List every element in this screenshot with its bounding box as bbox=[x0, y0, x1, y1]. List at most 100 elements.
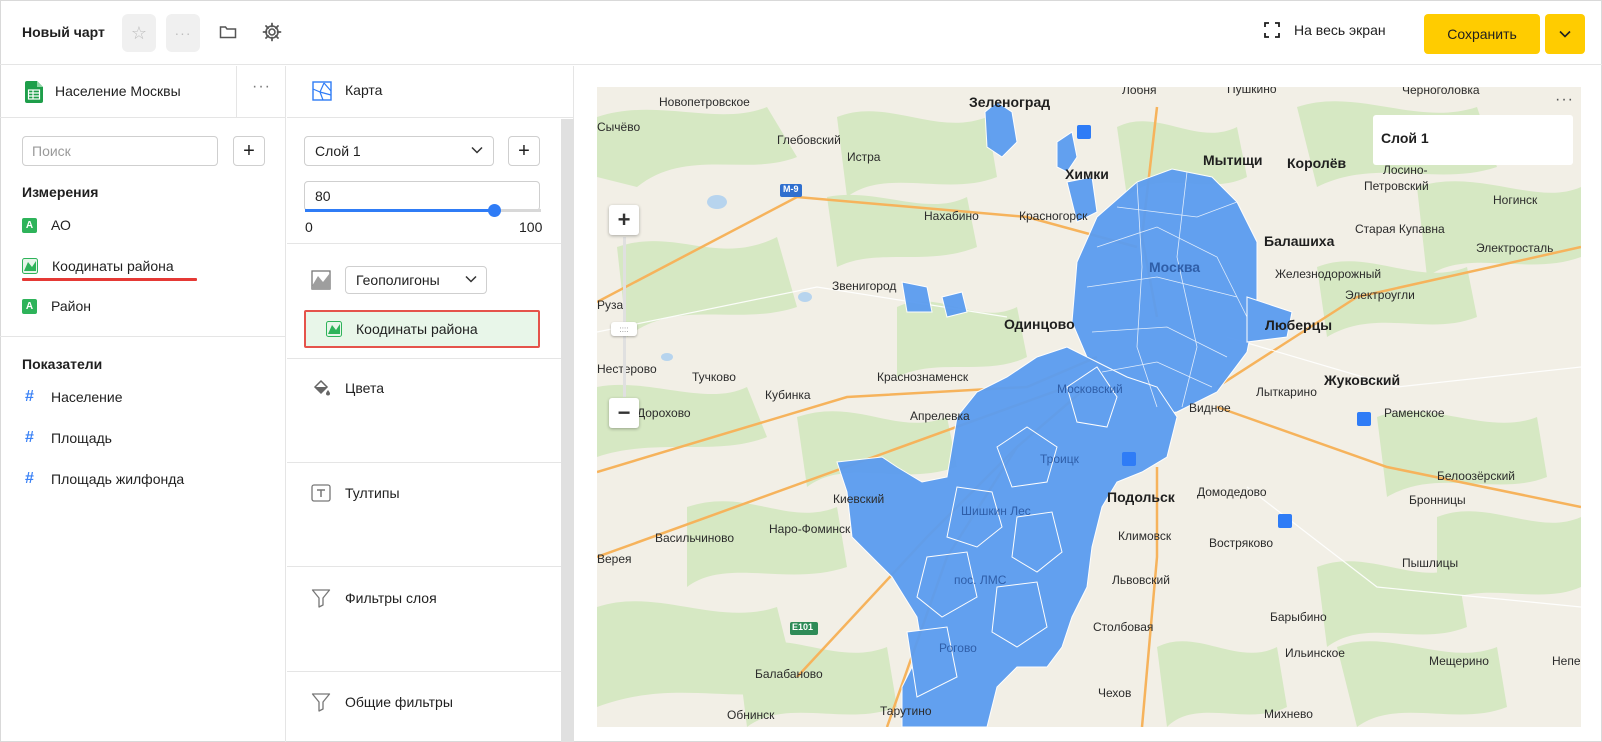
more-menu-button[interactable]: ··· bbox=[166, 14, 200, 52]
map-label: Московский bbox=[1057, 382, 1123, 396]
geometry-type-select[interactable]: Геополигоны bbox=[345, 266, 487, 294]
highlight-underline bbox=[22, 278, 197, 281]
plus-icon: + bbox=[243, 139, 255, 162]
zoom-in-button[interactable]: + bbox=[609, 205, 639, 235]
layer-filters-section[interactable]: Фильтры слоя bbox=[311, 588, 437, 608]
measure-item[interactable]: # Площадь bbox=[22, 429, 112, 446]
star-icon: ☆ bbox=[130, 22, 148, 43]
folder-button[interactable] bbox=[216, 20, 240, 44]
geopolygon-type-icon bbox=[326, 321, 342, 337]
visualization-type-selector[interactable]: Карта bbox=[287, 66, 574, 118]
map-label: Железнодорожный bbox=[1275, 267, 1382, 281]
divider bbox=[287, 671, 561, 672]
map-label: Электроугли bbox=[1345, 288, 1415, 302]
map-label: Непе bbox=[1552, 654, 1581, 668]
layer-select[interactable]: Слой 1 bbox=[304, 136, 494, 166]
map-label: Люберцы bbox=[1265, 317, 1333, 333]
map-label: Старая Купавна bbox=[1355, 222, 1445, 236]
top-bar: Новый чарт ☆ ··· На весь экран Сохранить bbox=[0, 0, 1602, 65]
map-label: Видное bbox=[1189, 401, 1231, 415]
zoom-slider-track[interactable] bbox=[623, 237, 626, 397]
fullscreen-icon bbox=[1264, 22, 1280, 38]
zoom-out-button[interactable]: − bbox=[609, 398, 639, 428]
map-label: Верея bbox=[597, 552, 632, 566]
add-layer-button[interactable]: + bbox=[508, 136, 540, 166]
zoom-slider-handle[interactable]: :::: bbox=[611, 322, 637, 336]
map-label: Кубинка bbox=[765, 388, 811, 402]
save-button[interactable]: Сохранить bbox=[1424, 14, 1540, 54]
colors-section[interactable]: Цвета bbox=[311, 378, 384, 398]
map-label: пос. ЛМС bbox=[954, 573, 1007, 587]
settings-button[interactable] bbox=[260, 20, 284, 44]
filter-icon bbox=[311, 693, 331, 712]
number-type-icon: # bbox=[25, 388, 34, 405]
map-label: Чехов bbox=[1098, 686, 1132, 700]
visualization-panel: Карта Слой 1 + 80 0 100 Геополигоны Коод… bbox=[287, 66, 574, 742]
divider bbox=[0, 336, 286, 337]
map-label: Новопетровское bbox=[659, 95, 750, 109]
dataset-selector[interactable]: Население Москвы ··· bbox=[0, 66, 286, 118]
map-label: Лыткарино bbox=[1256, 385, 1317, 399]
map-label: Барыбино bbox=[1270, 610, 1327, 624]
map-label: Васильчиново bbox=[655, 531, 735, 545]
map-label: Львовский bbox=[1112, 573, 1170, 587]
dataset-more-button[interactable]: ··· bbox=[252, 78, 271, 96]
measure-label: Население bbox=[51, 389, 123, 405]
measure-item[interactable]: # Население bbox=[22, 388, 123, 405]
save-options-button[interactable] bbox=[1545, 14, 1585, 54]
map-icon bbox=[312, 81, 332, 101]
panel-scrollbar[interactable] bbox=[561, 119, 574, 742]
map-label: Электросталь bbox=[1476, 241, 1554, 255]
map-label: Михнево bbox=[1264, 707, 1313, 721]
geo-field-label: Коодинаты района bbox=[356, 321, 478, 337]
tooltips-section[interactable]: Тултипы bbox=[311, 483, 400, 503]
common-filters-section[interactable]: Общие фильтры bbox=[311, 692, 453, 712]
divider bbox=[287, 462, 561, 463]
dimension-item[interactable]: Коодинаты района bbox=[22, 258, 174, 274]
road-badge: М-9 bbox=[783, 184, 799, 194]
number-type-icon: # bbox=[25, 470, 34, 487]
geometry-type-value: Геополигоны bbox=[356, 272, 440, 288]
measure-item[interactable]: # Площадь жилфонда bbox=[22, 470, 185, 487]
dimension-item[interactable]: A АО bbox=[22, 217, 71, 233]
opacity-input[interactable]: 80 bbox=[304, 181, 540, 211]
map-label: Тарутино bbox=[880, 704, 932, 718]
map-label: Ногинск bbox=[1493, 193, 1538, 207]
map-label: Домодедово bbox=[1197, 485, 1267, 499]
map-label: Апрелевка bbox=[910, 409, 970, 423]
geopolygon-type-icon bbox=[22, 258, 38, 274]
legend-title: Слой 1 bbox=[1381, 130, 1429, 146]
map-canvas[interactable]: М-9 E101 Новопетровское Сычёво Глебовски… bbox=[597, 87, 1581, 727]
string-type-icon: A bbox=[22, 217, 37, 233]
road-badge: E101 bbox=[792, 622, 814, 632]
divider bbox=[287, 243, 561, 244]
geopolygon-section-icon bbox=[311, 270, 331, 290]
add-field-button[interactable]: + bbox=[233, 136, 265, 166]
map-label: Одинцово bbox=[1004, 316, 1075, 332]
divider bbox=[236, 66, 237, 118]
map-label: Рогово bbox=[939, 641, 977, 655]
map-label: Пушкино bbox=[1227, 87, 1277, 96]
map-label: Наро-Фоминск bbox=[769, 522, 851, 536]
measure-label: Площадь жилфонда bbox=[51, 471, 185, 487]
slider-max-label: 100 bbox=[519, 219, 543, 235]
zoom-control: + :::: − bbox=[609, 205, 639, 428]
dimension-item[interactable]: A Район bbox=[22, 298, 91, 314]
field-search-input[interactable]: Поиск bbox=[22, 136, 218, 166]
measure-label: Площадь bbox=[51, 430, 112, 446]
chevron-down-icon bbox=[465, 275, 477, 283]
favorite-button[interactable]: ☆ bbox=[122, 14, 156, 52]
geo-field-chip[interactable]: Коодинаты района bbox=[304, 310, 540, 348]
text-box-icon bbox=[311, 484, 331, 502]
map-label: Дорохово bbox=[637, 406, 691, 420]
paint-bucket-icon bbox=[313, 379, 330, 396]
dimension-label: Район bbox=[51, 298, 91, 314]
map-more-button[interactable]: ··· bbox=[1555, 91, 1574, 109]
layer-filters-label: Фильтры слоя bbox=[345, 590, 437, 606]
opacity-slider-handle[interactable] bbox=[488, 204, 501, 217]
string-type-icon: A bbox=[22, 298, 37, 314]
layer-select-value: Слой 1 bbox=[315, 143, 361, 159]
fullscreen-label: На весь экран bbox=[1294, 22, 1386, 38]
dimensions-title: Измерения bbox=[22, 184, 99, 200]
fullscreen-button[interactable]: На весь экран bbox=[1264, 22, 1386, 38]
